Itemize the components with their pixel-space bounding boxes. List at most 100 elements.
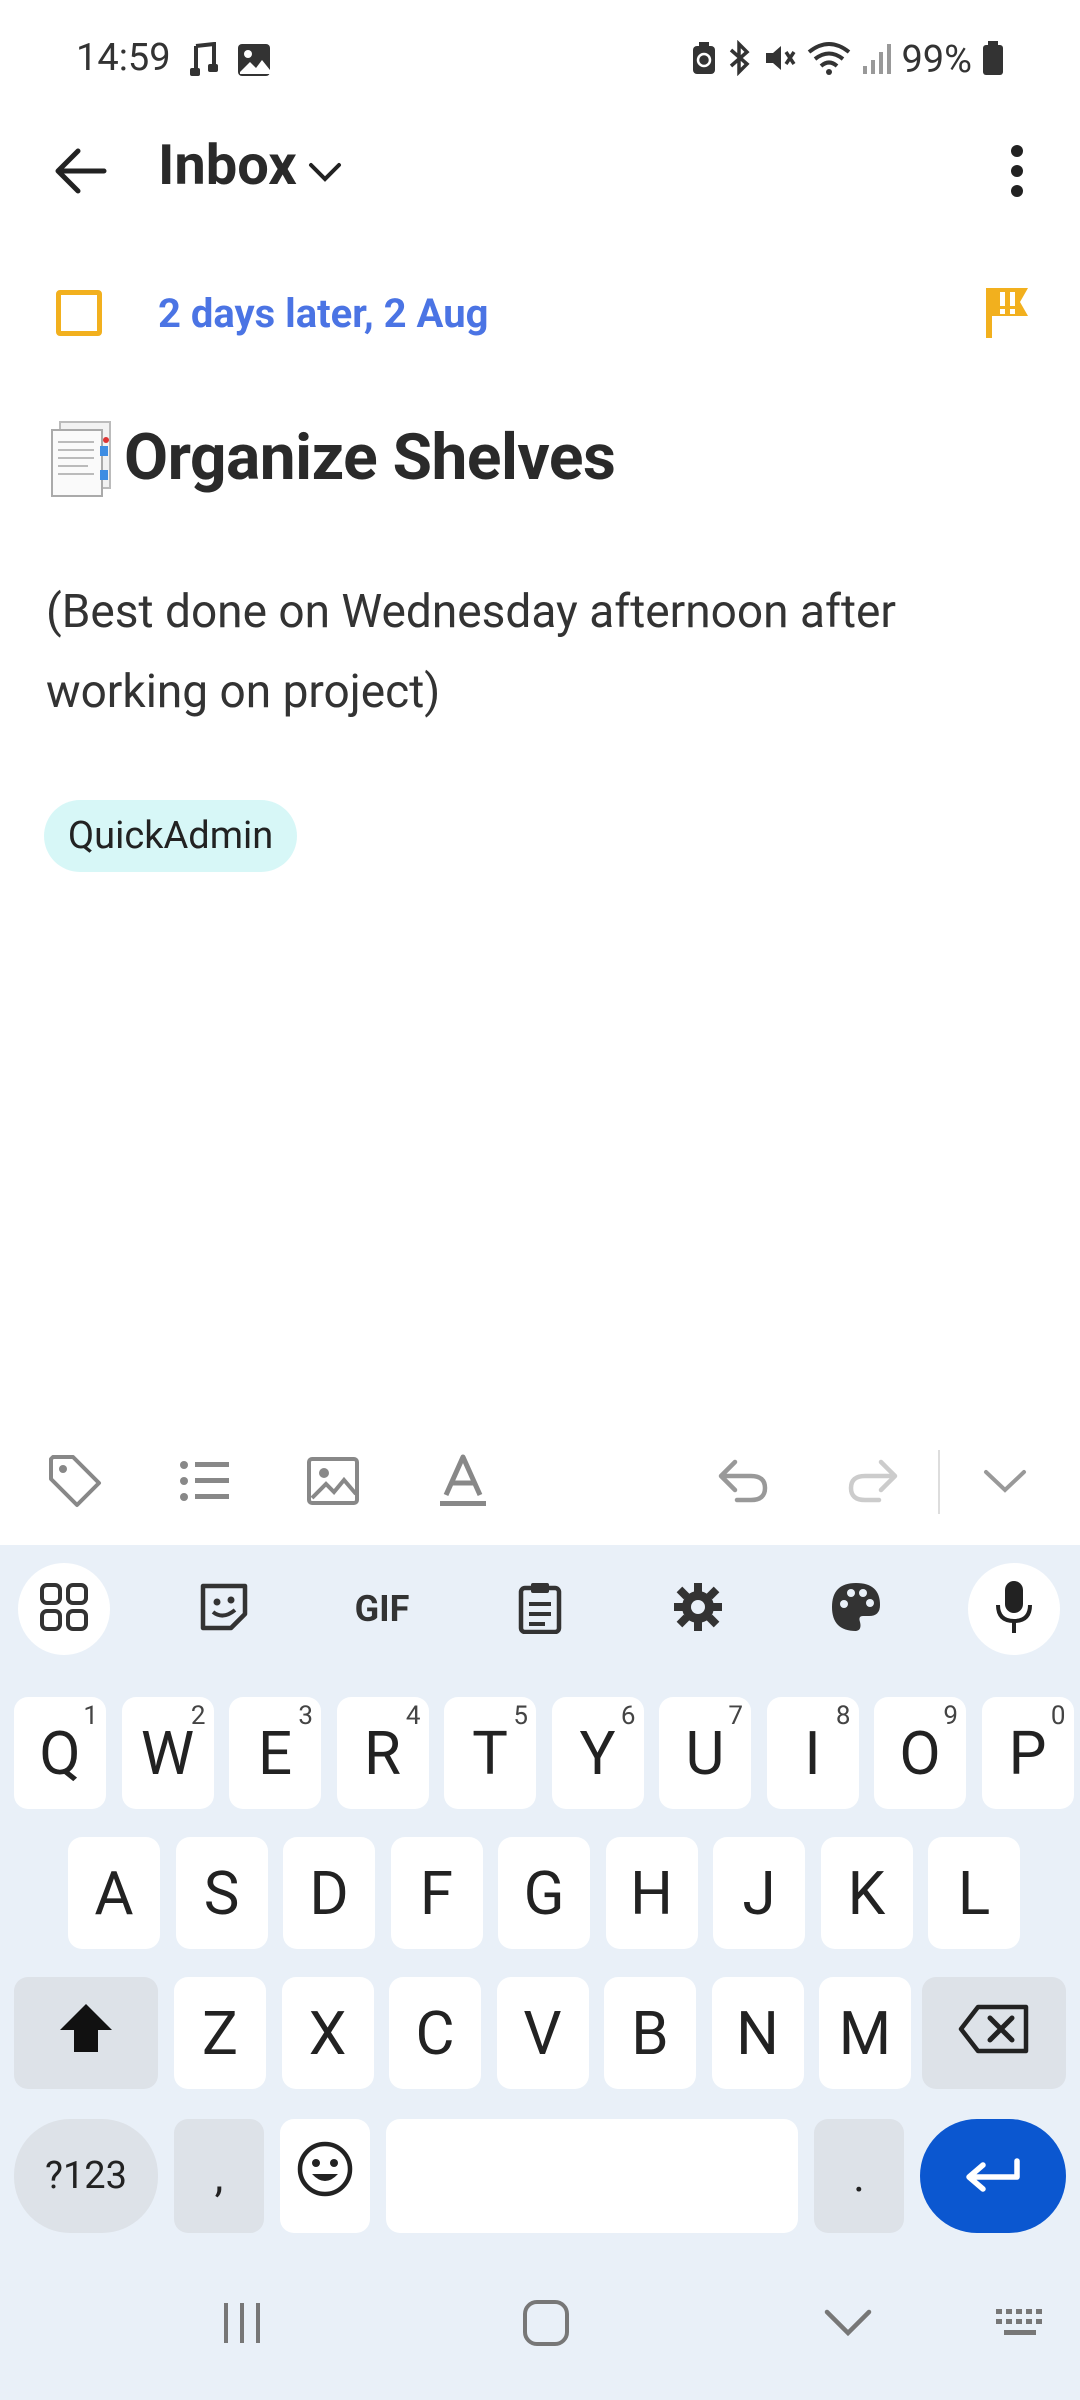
hide-keyboard-button[interactable] (808, 2285, 888, 2365)
clipboard-button[interactable] (494, 1563, 586, 1655)
list-icon (179, 1457, 231, 1509)
home-button[interactable] (506, 2285, 586, 2365)
page-title: Inbox (158, 132, 297, 198)
settings-icon (672, 1581, 724, 1637)
key-h[interactable]: H (605, 1837, 698, 1949)
text-format-button[interactable] (428, 1448, 498, 1518)
key-label: Q (39, 1717, 81, 1789)
comma-key[interactable]: , (174, 2119, 264, 2233)
key-z[interactable]: Z (174, 1977, 266, 2089)
priority-button[interactable] (982, 284, 1032, 344)
keyboard-switch-button[interactable] (982, 2285, 1062, 2365)
theme-button[interactable] (810, 1563, 902, 1655)
undo-button[interactable] (708, 1448, 778, 1518)
shift-key[interactable] (14, 1977, 158, 2089)
key-t[interactable]: T5 (444, 1697, 536, 1809)
backspace-icon (958, 1998, 1030, 2069)
key-j[interactable]: J (713, 1837, 805, 1949)
key-x[interactable]: X (281, 1977, 374, 2089)
music-icon (188, 41, 220, 82)
mute-icon (763, 40, 797, 80)
insert-image-button[interactable] (298, 1448, 368, 1518)
key-hint: 3 (298, 1701, 313, 1731)
priority-flag-icon (982, 288, 1032, 344)
key-m[interactable]: M (819, 1977, 911, 2089)
battery-icon (982, 40, 1004, 80)
key-c[interactable]: C (389, 1977, 481, 2089)
key-i[interactable]: I8 (766, 1697, 859, 1809)
tag-icon (47, 1453, 103, 1513)
task-title-row: Organize Shelves (44, 412, 616, 502)
key-label: Y (579, 1717, 616, 1789)
key-a[interactable]: A (68, 1837, 160, 1949)
task-notes[interactable]: (Best done on Wednesday afternoon after … (46, 572, 1036, 732)
app-header: Inbox (0, 120, 1080, 220)
key-w[interactable]: W2 (121, 1697, 214, 1809)
key-l[interactable]: L (928, 1837, 1020, 1949)
key-p[interactable]: P0 (981, 1697, 1074, 1809)
key-o[interactable]: O9 (874, 1697, 966, 1809)
key-label: O (899, 1717, 941, 1789)
key-k[interactable]: K (820, 1837, 913, 1949)
sticker-button[interactable] (178, 1563, 270, 1655)
key-y[interactable]: Y6 (551, 1697, 644, 1809)
key-hint: 8 (835, 1701, 851, 1731)
key-hint: 0 (1050, 1701, 1066, 1731)
key-d[interactable]: D (283, 1837, 375, 1949)
recents-button[interactable] (202, 2285, 282, 2365)
clipboard-icon (517, 1580, 563, 1638)
key-v[interactable]: V (496, 1977, 589, 2089)
status-time: 14:59 (76, 36, 171, 80)
back-button[interactable] (40, 138, 120, 208)
gif-button[interactable]: GIF (336, 1563, 428, 1655)
mic-icon (994, 1579, 1034, 1639)
space-key[interactable] (386, 2119, 798, 2233)
key-r[interactable]: R4 (336, 1697, 429, 1809)
key-label: T (472, 1717, 508, 1789)
key-hint: 2 (190, 1701, 206, 1731)
redo-button[interactable] (838, 1448, 908, 1518)
document-emoji-icon (44, 412, 124, 502)
key-hint: 4 (405, 1701, 421, 1731)
period-key[interactable]: . (814, 2119, 904, 2233)
emoji-key[interactable] (280, 2119, 370, 2233)
status-left-icons (188, 41, 272, 82)
key-hint: 9 (943, 1701, 958, 1731)
key-q[interactable]: Q1 (14, 1697, 106, 1809)
task-checkbox[interactable] (56, 290, 102, 336)
backspace-key[interactable] (922, 1977, 1066, 2089)
enter-key[interactable] (920, 2119, 1066, 2233)
arrow-left-icon (52, 147, 108, 199)
key-n[interactable]: N (711, 1977, 804, 2089)
key-b[interactable]: B (604, 1977, 696, 2089)
battery-percentage: 99% (901, 38, 972, 82)
image-icon (236, 42, 272, 82)
format-toolbar (0, 1430, 1080, 1530)
key-u[interactable]: U7 (659, 1697, 751, 1809)
key-g[interactable]: G (498, 1837, 590, 1949)
project-selector[interactable]: Inbox (158, 132, 343, 198)
list-button[interactable] (170, 1448, 240, 1518)
more-vert-icon (1009, 143, 1025, 203)
voice-input-button[interactable] (968, 1563, 1060, 1655)
key-e[interactable]: E3 (229, 1697, 321, 1809)
more-options-button[interactable] (982, 136, 1052, 210)
enter-icon (963, 2141, 1023, 2212)
keyboard-toolbar: GIF (0, 1545, 1080, 1665)
tag-chip[interactable]: QuickAdmin (44, 800, 298, 872)
wifi-icon (807, 40, 851, 80)
apps-button[interactable] (18, 1563, 110, 1655)
key-f[interactable]: F (390, 1837, 483, 1949)
bluetooth-icon (727, 39, 753, 80)
key-s[interactable]: S (175, 1837, 268, 1949)
due-date-button[interactable]: 2 days later, 2 Aug (158, 290, 488, 337)
collapse-button[interactable] (970, 1448, 1040, 1518)
home-icon (522, 2299, 570, 2351)
image-icon (306, 1456, 360, 1510)
keyboard-settings-button[interactable] (652, 1563, 744, 1655)
symbols-key[interactable]: ?123 (14, 2119, 158, 2233)
tag-button[interactable] (40, 1448, 110, 1518)
key-label: R (364, 1717, 401, 1789)
task-title[interactable]: Organize Shelves (124, 420, 616, 495)
back-chevron-icon (823, 2308, 873, 2342)
